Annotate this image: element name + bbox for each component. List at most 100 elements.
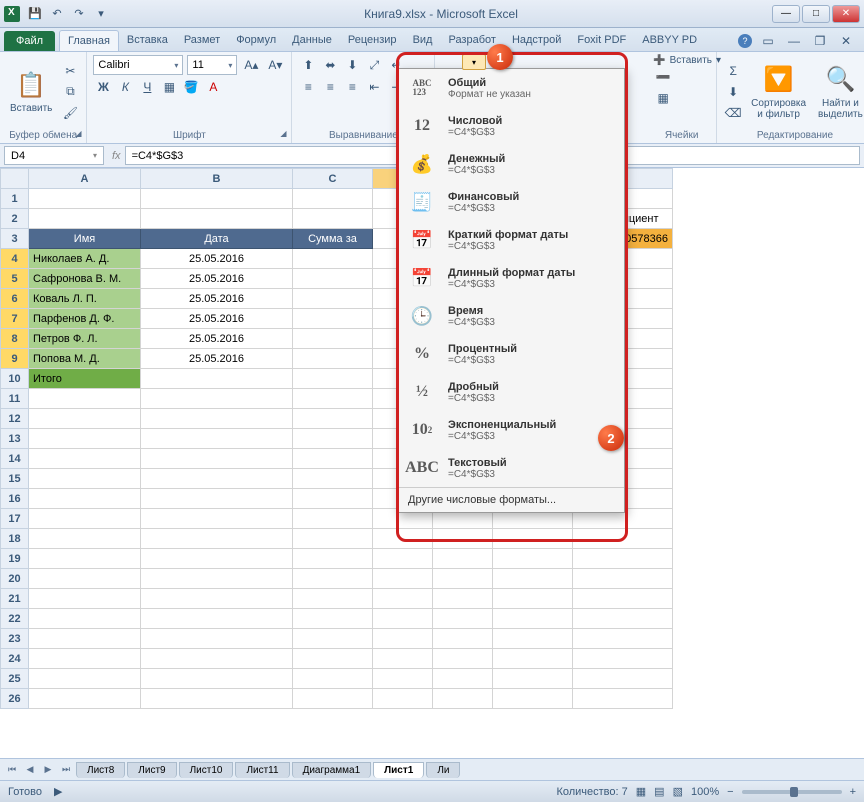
cell-C4[interactable] [293,249,373,269]
row-header-16[interactable]: 16 [1,489,29,509]
sheet-nav-last-icon[interactable]: ⏭ [58,762,74,778]
cell-C5[interactable] [293,269,373,289]
view-pagebreak-icon[interactable]: ▧ [673,785,683,798]
row-header-24[interactable]: 24 [1,649,29,669]
format-option-текстовый[interactable]: ABC Текстовый =C4*$G$3 [398,449,624,487]
cell-G22[interactable] [573,609,673,629]
cell-A6[interactable]: Коваль Л. П. [29,289,141,309]
cell-D23[interactable] [373,629,433,649]
cell-B2[interactable] [141,209,293,229]
sheet-tab[interactable]: Диаграмма1 [292,762,372,778]
cell-C6[interactable] [293,289,373,309]
format-cells-button[interactable]: ▦ [653,88,673,108]
row-header-20[interactable]: 20 [1,569,29,589]
cell-B1[interactable] [141,189,293,209]
clear-button[interactable]: ⌫ [723,103,743,123]
row-header-15[interactable]: 15 [1,469,29,489]
cell-G19[interactable] [573,549,673,569]
cell-A19[interactable] [29,549,141,569]
cell-B20[interactable] [141,569,293,589]
row-header-2[interactable]: 2 [1,209,29,229]
cell-B25[interactable] [141,669,293,689]
orientation-icon[interactable]: ⤢ [364,55,384,75]
cell-E20[interactable] [433,569,493,589]
format-option-время[interactable]: 🕒 Время =C4*$G$3 [398,297,624,335]
cell-B17[interactable] [141,509,293,529]
cell-B22[interactable] [141,609,293,629]
row-header-6[interactable]: 6 [1,289,29,309]
cell-A15[interactable] [29,469,141,489]
number-format-combo-arrow[interactable]: ▾ [462,54,486,70]
cell-E24[interactable] [433,649,493,669]
cut-button[interactable]: ✂ [60,61,80,81]
cell-F21[interactable] [493,589,573,609]
align-right-icon[interactable]: ≡ [342,77,362,97]
ribbon-tab-размет[interactable]: Размет [176,30,228,51]
sheet-tab[interactable]: Лист8 [76,762,125,778]
row-header-23[interactable]: 23 [1,629,29,649]
cell-E18[interactable] [433,529,493,549]
align-left-icon[interactable]: ≡ [298,77,318,97]
cell-C10[interactable] [293,369,373,389]
cell-B12[interactable] [141,409,293,429]
cell-D20[interactable] [373,569,433,589]
underline-button[interactable]: Ч [137,77,157,97]
cell-D22[interactable] [373,609,433,629]
clipboard-launcher-icon[interactable]: ◢ [72,129,84,141]
format-option-числовой[interactable]: 12 Числовой =C4*$G$3 [398,107,624,145]
column-header-A[interactable]: A [29,169,141,189]
cell-B9[interactable]: 25.05.2016 [141,349,293,369]
ribbon-tab-разработ[interactable]: Разработ [440,30,503,51]
cell-A5[interactable]: Сафронова В. М. [29,269,141,289]
format-option-процентный[interactable]: % Процентный =C4*$G$3 [398,335,624,373]
cell-C26[interactable] [293,689,373,709]
cell-E22[interactable] [433,609,493,629]
redo-button[interactable]: ↷ [70,5,88,23]
cell-F24[interactable] [493,649,573,669]
cell-G18[interactable] [573,529,673,549]
cell-E23[interactable] [433,629,493,649]
font-launcher-icon[interactable]: ◢ [277,129,289,141]
cell-A11[interactable] [29,389,141,409]
format-painter-button[interactable]: 🖌 [60,103,80,123]
row-header-12[interactable]: 12 [1,409,29,429]
cell-B4[interactable]: 25.05.2016 [141,249,293,269]
cell-F23[interactable] [493,629,573,649]
insert-cells-button[interactable]: ➕ Вставить ▾ [653,55,710,66]
row-header-9[interactable]: 9 [1,349,29,369]
row-header-25[interactable]: 25 [1,669,29,689]
row-header-5[interactable]: 5 [1,269,29,289]
ribbon-tab-главная[interactable]: Главная [59,30,119,51]
row-header-14[interactable]: 14 [1,449,29,469]
row-header-10[interactable]: 10 [1,369,29,389]
format-option-дробный[interactable]: ½ Дробный =C4*$G$3 [398,373,624,411]
sheet-nav-next-icon[interactable]: ▶ [40,762,56,778]
row-header-17[interactable]: 17 [1,509,29,529]
row-header-13[interactable]: 13 [1,429,29,449]
find-select-button[interactable]: 🔍 Найти и выделить [814,55,864,128]
cell-A21[interactable] [29,589,141,609]
cell-B26[interactable] [141,689,293,709]
cell-B14[interactable] [141,449,293,469]
cell-B23[interactable] [141,629,293,649]
cell-F20[interactable] [493,569,573,589]
fill-button[interactable]: ⬇ [723,82,743,102]
cell-C23[interactable] [293,629,373,649]
ribbon-tab-abbyy pd[interactable]: ABBYY PD [634,30,705,51]
sheet-tab[interactable]: Лист11 [235,762,289,778]
fill-color-button[interactable]: 🪣 [181,77,201,97]
cell-A17[interactable] [29,509,141,529]
cell-A12[interactable] [29,409,141,429]
cell-B16[interactable] [141,489,293,509]
cell-E21[interactable] [433,589,493,609]
paste-button[interactable]: 📋 Вставить [6,55,56,128]
cell-G23[interactable] [573,629,673,649]
cell-G21[interactable] [573,589,673,609]
cell-A8[interactable]: Петров Ф. Л. [29,329,141,349]
cell-B18[interactable] [141,529,293,549]
cell-G24[interactable] [573,649,673,669]
cell-B24[interactable] [141,649,293,669]
cell-C14[interactable] [293,449,373,469]
cell-B5[interactable]: 25.05.2016 [141,269,293,289]
cell-A2[interactable] [29,209,141,229]
